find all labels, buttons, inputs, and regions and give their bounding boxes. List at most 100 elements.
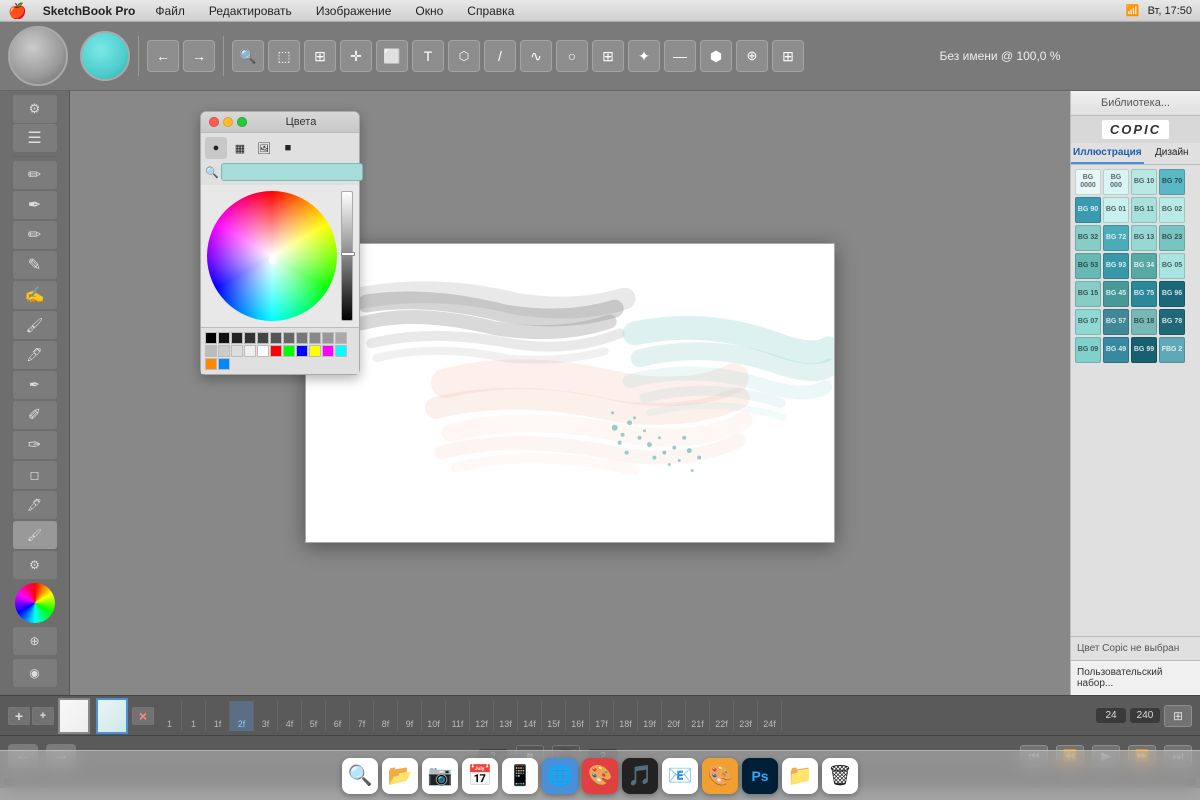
color-swatch-20[interactable] (322, 345, 334, 357)
copic-swatch-4[interactable]: BG 90 (1075, 197, 1101, 223)
color-swatch-4[interactable] (257, 332, 269, 344)
canvas-area[interactable]: Цвета ● ▦ 🖼 ■ 🔍 (70, 91, 1070, 695)
copic-swatch-3[interactable]: BG 70 (1159, 169, 1185, 195)
library-label[interactable]: Библиотека... (1101, 97, 1170, 109)
tool-pencil-2[interactable]: ✒ (13, 191, 57, 219)
maximize-button[interactable] (237, 117, 247, 127)
menu-image[interactable]: Изображение (312, 4, 396, 18)
color-tab-image[interactable]: 🖼 (253, 137, 275, 159)
frame-10[interactable]: 8f (374, 701, 398, 731)
app-name[interactable]: SketchBook Pro (43, 4, 136, 18)
color-tab-palette[interactable]: ■ (277, 137, 299, 159)
color-swatch-19[interactable] (309, 345, 321, 357)
color-swatch-23[interactable] (218, 358, 230, 370)
select-lasso-button[interactable]: ⊞ (304, 40, 336, 72)
tool-pencil-3[interactable]: ✏ (13, 221, 57, 249)
add-keyframe-button[interactable]: + (32, 707, 54, 725)
frame-3[interactable]: 1f (206, 701, 230, 731)
dock-browser[interactable]: 🌐 (542, 758, 578, 794)
copic-swatch-27[interactable]: FBG 2 (1159, 337, 1185, 363)
frame-19[interactable]: 17f (590, 701, 614, 731)
brightness-slider[interactable] (341, 191, 353, 321)
menu-help[interactable]: Справка (463, 4, 518, 18)
frame-20[interactable]: 18f (614, 701, 638, 731)
color-search-input[interactable] (221, 163, 363, 181)
color-swatch-21[interactable] (335, 345, 347, 357)
copic-swatch-15[interactable]: BG 05 (1159, 253, 1185, 279)
dock-camera[interactable]: 📷 (422, 758, 458, 794)
frame-23[interactable]: 21f (686, 701, 710, 731)
copic-swatch-10[interactable]: BG 13 (1131, 225, 1157, 251)
color-swatch-10[interactable] (335, 332, 347, 344)
brightness-thumb[interactable] (341, 252, 355, 256)
copic-swatch-2[interactable]: BG 10 (1131, 169, 1157, 195)
tool-pencil-6[interactable]: 🖌 (13, 311, 57, 339)
dock-music[interactable]: 🎵 (622, 758, 658, 794)
frame-6[interactable]: 4f (278, 701, 302, 731)
copic-swatch-6[interactable]: BG 11 (1131, 197, 1157, 223)
copic-swatch-16[interactable]: BG 15 (1075, 281, 1101, 307)
copic-swatch-11[interactable]: BG 23 (1159, 225, 1185, 251)
frame-21[interactable]: 19f (638, 701, 662, 731)
color-swatch-22[interactable] (205, 358, 217, 370)
tool-pencil-4[interactable]: ✎ (13, 251, 57, 279)
color-swatch-15[interactable] (257, 345, 269, 357)
frame-17[interactable]: 15f (542, 701, 566, 731)
copic-swatch-5[interactable]: BG 01 (1103, 197, 1129, 223)
copic-swatch-18[interactable]: BG 75 (1131, 281, 1157, 307)
color-swatch-3[interactable] (244, 332, 256, 344)
frame-14[interactable]: 12f (470, 701, 494, 731)
frame-4[interactable]: 2f (230, 701, 254, 731)
tool-layers[interactable]: ☰ (13, 124, 57, 152)
copic-swatch-12[interactable]: BG 53 (1075, 253, 1101, 279)
color-swatch-17[interactable] (283, 345, 295, 357)
undo-button[interactable]: ← (147, 40, 179, 72)
tool-pencil-5[interactable]: ✍ (13, 281, 57, 309)
color-swatch-2[interactable] (231, 332, 243, 344)
mini-color-wheel[interactable] (15, 583, 55, 623)
copic-swatch-22[interactable]: BG 18 (1131, 309, 1157, 335)
dock-mobile[interactable]: 📱 (502, 758, 538, 794)
copic-custom-set[interactable]: Пользовательский набор... (1071, 660, 1200, 695)
tool-extra-2[interactable]: ⊕ (13, 627, 57, 655)
copic-swatch-26[interactable]: BG 99 (1131, 337, 1157, 363)
frame-2[interactable]: 1 (182, 701, 206, 731)
text-button[interactable]: T (412, 40, 444, 72)
color-swatch-0[interactable] (205, 332, 217, 344)
frame-1[interactable]: 1 (158, 701, 182, 731)
menu-window[interactable]: Окно (411, 4, 447, 18)
color-tab-sliders[interactable]: ▦ (229, 137, 251, 159)
dock-sketchbook[interactable]: 🎨 (582, 758, 618, 794)
frame-25[interactable]: 23f (734, 701, 758, 731)
dock-finder[interactable]: 🔍 (342, 758, 378, 794)
select-rect-button[interactable]: ⬚ (268, 40, 300, 72)
color-wheel-selector[interactable] (269, 256, 277, 264)
frame-16[interactable]: 14f (518, 701, 542, 731)
color-swatch-9[interactable] (322, 332, 334, 344)
frame-7[interactable]: 5f (302, 701, 326, 731)
copic-swatch-20[interactable]: BG 07 (1075, 309, 1101, 335)
ellipse-button[interactable]: ○ (556, 40, 588, 72)
dock-art[interactable]: 🎨 (702, 758, 738, 794)
frame-15[interactable]: 13f (494, 701, 518, 731)
copic-swatch-14[interactable]: BG 34 (1131, 253, 1157, 279)
zoom-button[interactable]: 🔍 (232, 40, 264, 72)
color-swatch-5[interactable] (270, 332, 282, 344)
drawing-canvas[interactable] (305, 243, 835, 543)
copic-swatch-24[interactable]: BG 09 (1075, 337, 1101, 363)
color-circle-teal[interactable] (80, 31, 130, 81)
frame-thumb-2[interactable] (96, 698, 128, 734)
curve-button[interactable]: ∿ (520, 40, 552, 72)
menu-file[interactable]: Файл (151, 4, 189, 18)
remove-frame-button[interactable]: × (132, 707, 154, 725)
frame-13[interactable]: 11f (446, 701, 470, 731)
color-swatch-6[interactable] (283, 332, 295, 344)
expand-timeline-button[interactable]: ⊞ (1164, 705, 1192, 727)
tool-extra-3[interactable]: ◉ (13, 659, 57, 687)
copic-tab-illustration[interactable]: Иллюстрация (1071, 143, 1144, 164)
color-swatch-11[interactable] (205, 345, 217, 357)
color-swatch-13[interactable] (231, 345, 243, 357)
copic-swatch-19[interactable]: BG 96 (1159, 281, 1185, 307)
frame-8[interactable]: 6f (326, 701, 350, 731)
move-button[interactable]: ✛ (340, 40, 372, 72)
